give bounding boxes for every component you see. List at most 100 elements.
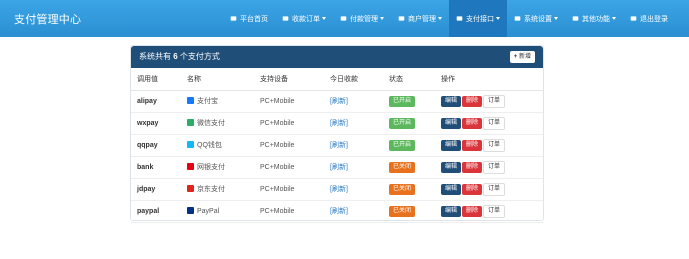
row-status-cell: 已开启 xyxy=(383,134,435,157)
row-today-cell: [刷新] xyxy=(324,90,383,113)
status-badge[interactable]: 已开启 xyxy=(389,95,416,107)
add-button[interactable]: + 新增 xyxy=(509,51,535,63)
status-badge[interactable]: 已开启 xyxy=(389,139,416,151)
table-row: paypal PayPal PC+Mobile [刷新] 已关闭 编辑 删除 订单 xyxy=(131,200,543,223)
power-icon xyxy=(630,15,637,22)
row-device: PC+Mobile xyxy=(254,200,324,223)
orders-button[interactable]: 订单 xyxy=(483,138,506,152)
cloud-icon xyxy=(340,15,347,22)
orders-button[interactable]: 订单 xyxy=(483,160,506,174)
row-today-cell: [刷新] xyxy=(324,134,383,157)
refresh-link[interactable]: [刷新] xyxy=(330,142,348,149)
status-badge[interactable]: 已关闭 xyxy=(389,205,416,217)
caret-down-icon xyxy=(612,17,616,20)
delete-button[interactable]: 删除 xyxy=(462,139,483,151)
refresh-link[interactable]: [刷新] xyxy=(330,208,348,215)
nav-item-3[interactable]: 商户管理 xyxy=(391,0,449,37)
delete-button[interactable]: 删除 xyxy=(462,95,483,107)
row-name-cell: 京东支付 xyxy=(181,178,254,201)
row-device: PC+Mobile xyxy=(254,178,324,201)
refresh-link[interactable]: [刷新] xyxy=(330,164,348,171)
nav-label: 收款订单 xyxy=(292,15,320,23)
refresh-link[interactable]: [刷新] xyxy=(330,98,348,105)
nav-item-2[interactable]: 付款管理 xyxy=(333,0,391,37)
row-actions-cell: 编辑 删除 订单 xyxy=(435,156,543,179)
nav-label: 退出登录 xyxy=(640,15,668,23)
orders-button[interactable]: 订单 xyxy=(483,204,506,218)
orders-button[interactable]: 订单 xyxy=(483,94,506,108)
plus-icon: + xyxy=(513,54,518,60)
brand-title[interactable]: 支付管理中心 xyxy=(14,11,81,27)
card-icon xyxy=(456,15,463,22)
nav-item-7[interactable]: 退出登录 xyxy=(623,0,675,37)
row-name: 网银支付 xyxy=(197,164,225,171)
row-name: 支付宝 xyxy=(197,98,218,105)
edit-button[interactable]: 编辑 xyxy=(441,161,462,173)
delete-button[interactable]: 删除 xyxy=(462,183,483,195)
caret-down-icon xyxy=(554,17,558,20)
caret-down-icon xyxy=(438,17,442,20)
status-badge[interactable]: 已开启 xyxy=(389,117,416,129)
row-name: 微信支付 xyxy=(197,120,225,127)
refresh-link[interactable]: [刷新] xyxy=(330,186,348,193)
table-header-row: 调用值 名称 支持设备 今日收款 状态 操作 xyxy=(131,68,543,91)
row-device: PC+Mobile xyxy=(254,90,324,113)
header-today: 今日收款 xyxy=(324,68,383,91)
delete-button[interactable]: 删除 xyxy=(462,117,483,129)
edit-button[interactable]: 编辑 xyxy=(441,205,462,217)
orders-button[interactable]: 订单 xyxy=(483,116,506,130)
delete-button[interactable]: 删除 xyxy=(462,205,483,217)
nav-label: 付款管理 xyxy=(350,15,378,23)
home-icon xyxy=(230,15,237,22)
refresh-link[interactable]: [刷新] xyxy=(330,120,348,127)
row-status-cell: 已关闭 xyxy=(383,178,435,201)
jd-icon xyxy=(187,185,194,192)
nav-label: 商户管理 xyxy=(408,15,436,23)
header-name: 名称 xyxy=(181,68,254,91)
edit-button[interactable]: 编辑 xyxy=(441,95,462,107)
orders-button[interactable]: 订单 xyxy=(483,182,506,196)
wechat-icon xyxy=(187,119,194,126)
row-actions-cell: 编辑 删除 订单 xyxy=(435,178,543,201)
row-code: paypal xyxy=(131,200,181,223)
nav-label: 支付接口 xyxy=(466,15,494,23)
main-nav: 平台首页 收款订单 付款管理 商户管理 支付接口 系统设置 其他功能 退出登录 xyxy=(223,0,675,37)
nav-item-4[interactable]: 支付接口 xyxy=(449,0,507,37)
row-today-cell: [刷新] xyxy=(324,112,383,135)
row-name-cell: PayPal xyxy=(181,200,254,223)
status-badge[interactable]: 已关闭 xyxy=(389,161,416,173)
row-actions-cell: 编辑 删除 订单 xyxy=(435,90,543,113)
header-device: 支持设备 xyxy=(254,68,324,91)
panel-header: 系统共有 6 个支付方式 + 新增 xyxy=(131,46,543,68)
row-code: jdpay xyxy=(131,178,181,201)
row-name-cell: 支付宝 xyxy=(181,90,254,113)
row-name: 京东支付 xyxy=(197,186,225,193)
edit-button[interactable]: 编辑 xyxy=(441,183,462,195)
row-device: PC+Mobile xyxy=(254,112,324,135)
table-row: jdpay 京东支付 PC+Mobile [刷新] 已关闭 编辑 删除 订单 xyxy=(131,178,543,201)
nav-item-0[interactable]: 平台首页 xyxy=(223,0,275,37)
row-today-cell: [刷新] xyxy=(324,200,383,223)
edit-button[interactable]: 编辑 xyxy=(441,139,462,151)
method-count: 6 xyxy=(173,52,178,61)
nav-item-5[interactable]: 系统设置 xyxy=(507,0,565,37)
row-actions-cell: 编辑 删除 订单 xyxy=(435,200,543,223)
row-name-cell: QQ钱包 xyxy=(181,134,254,157)
table-row: qqpay QQ钱包 PC+Mobile [刷新] 已开启 编辑 删除 订单 xyxy=(131,134,543,157)
nav-item-6[interactable]: 其他功能 xyxy=(565,0,623,37)
gear-icon xyxy=(514,15,521,22)
caret-down-icon xyxy=(380,17,384,20)
edit-button[interactable]: 编辑 xyxy=(441,117,462,129)
row-status-cell: 已关闭 xyxy=(383,156,435,179)
panel-title: 系统共有 6 个支付方式 xyxy=(139,52,220,61)
delete-button[interactable]: 删除 xyxy=(462,161,483,173)
table-row: bank 网银支付 PC+Mobile [刷新] 已关闭 编辑 删除 订单 xyxy=(131,156,543,179)
list-icon xyxy=(282,15,289,22)
globe-icon xyxy=(572,15,579,22)
row-today-cell: [刷新] xyxy=(324,156,383,179)
caret-down-icon xyxy=(496,17,500,20)
row-status-cell: 已开启 xyxy=(383,90,435,113)
nav-item-1[interactable]: 收款订单 xyxy=(275,0,333,37)
status-badge[interactable]: 已关闭 xyxy=(389,183,416,195)
row-code: qqpay xyxy=(131,134,181,157)
